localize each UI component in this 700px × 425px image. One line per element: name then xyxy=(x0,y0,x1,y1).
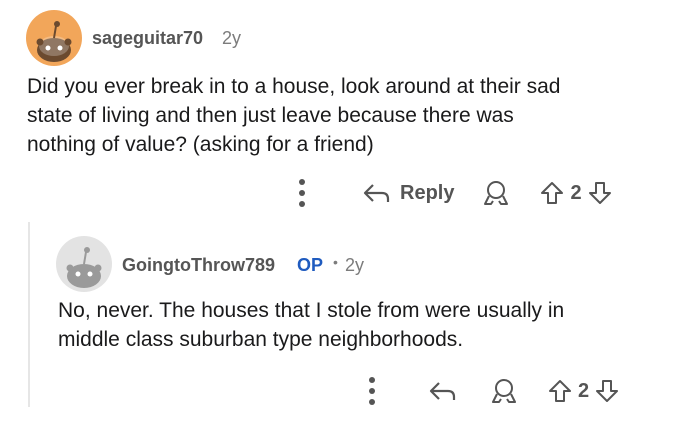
more-options-button[interactable] xyxy=(368,376,390,406)
avatar[interactable] xyxy=(26,10,82,66)
award-icon xyxy=(484,181,509,205)
reply-arrow-icon xyxy=(429,382,456,400)
downvote-button[interactable] xyxy=(588,180,612,206)
comment-body-line: state of living and then just leave beca… xyxy=(27,104,514,127)
vote-count: 2 xyxy=(570,181,582,204)
award-icon xyxy=(492,379,516,403)
downvote-icon xyxy=(596,380,619,402)
comment-age: 2y xyxy=(222,28,242,48)
comment-actions: 2 xyxy=(368,376,619,406)
reply-arrow-icon xyxy=(363,184,390,202)
reply-button[interactable]: Reply xyxy=(362,181,454,205)
username[interactable]: GoingtoThrow789 xyxy=(122,255,275,276)
upvote-button[interactable] xyxy=(540,180,564,206)
downvote-button[interactable] xyxy=(595,378,619,404)
downvote-icon xyxy=(588,182,611,204)
comment-body: No, never. The houses that I stole from … xyxy=(58,296,688,354)
more-options-button[interactable] xyxy=(298,178,320,208)
separator: • xyxy=(333,254,338,270)
op-badge: OP xyxy=(297,255,324,275)
upvote-button[interactable] xyxy=(548,378,572,404)
avatar[interactable] xyxy=(56,236,112,292)
comment-age: 2y xyxy=(345,255,365,275)
comment-actions: Reply 2 xyxy=(298,178,612,208)
award-button[interactable] xyxy=(482,179,510,207)
thread-line[interactable] xyxy=(28,222,30,407)
comment-body: Did you ever break in to a house, look a… xyxy=(27,72,687,159)
reply-label: Reply xyxy=(400,181,455,204)
comment-body-line: No, never. The houses that I stole from … xyxy=(58,299,565,322)
comment-body-line: Did you ever break in to a house, look a… xyxy=(27,75,561,98)
upvote-icon xyxy=(541,182,564,204)
award-button[interactable] xyxy=(490,377,518,405)
username[interactable]: sageguitar70 xyxy=(92,28,203,49)
upvote-icon xyxy=(549,380,571,402)
comment-body-line: middle class suburban type neighborhoods… xyxy=(58,328,464,351)
more-vertical-icon xyxy=(299,179,305,207)
comment-body-line: nothing of value? (asking for a friend) xyxy=(27,133,374,156)
vote-count: 2 xyxy=(578,379,590,402)
more-vertical-icon xyxy=(369,377,375,405)
reply-button[interactable] xyxy=(428,379,458,403)
